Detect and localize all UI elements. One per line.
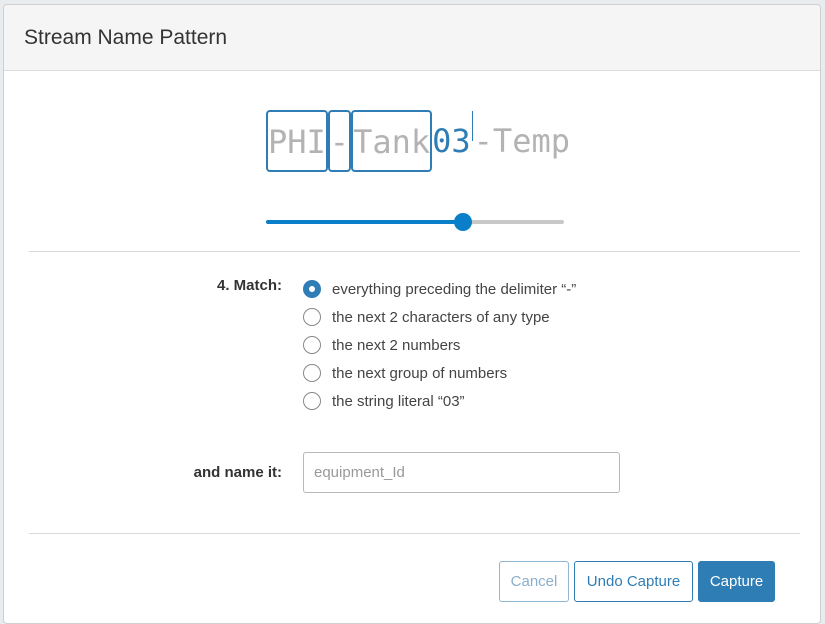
pattern-segment-captured-1[interactable]: PHI — [266, 110, 328, 172]
capture-button[interactable]: Capture — [698, 561, 775, 602]
divider-top — [29, 251, 800, 252]
pattern-cursor — [471, 111, 473, 141]
match-option[interactable]: the string literal “03” — [303, 387, 576, 415]
match-option[interactable]: the next 2 numbers — [303, 331, 576, 359]
match-option-label: everything preceding the delimiter “-” — [332, 280, 577, 298]
radio-button[interactable] — [303, 364, 321, 382]
dialog-title: Stream Name Pattern — [24, 25, 228, 49]
match-option-label: the next 2 characters of any type — [332, 308, 550, 326]
dialog-header: Stream Name Pattern — [4, 5, 820, 71]
divider-bottom — [29, 533, 800, 534]
match-option[interactable]: the next group of numbers — [303, 359, 576, 387]
pattern-segment-current: 03 — [432, 122, 471, 160]
match-label: 4. Match: — [216, 277, 282, 294]
radio-button[interactable] — [303, 392, 321, 410]
match-option-label: the string literal “03” — [332, 392, 465, 410]
radio-button[interactable] — [303, 308, 321, 326]
pattern-preview: PHI - Tank 03 -Temp — [266, 110, 570, 172]
pattern-segment-captured-2[interactable]: - — [327, 110, 352, 172]
radio-button[interactable] — [303, 336, 321, 354]
pattern-segment-remaining: -Temp — [473, 122, 570, 160]
name-input[interactable] — [303, 452, 620, 493]
match-option-label: the next group of numbers — [332, 364, 508, 382]
name-label: and name it: — [193, 464, 282, 481]
stream-name-pattern-dialog: Stream Name Pattern PHI - Tank 03 -Temp … — [3, 4, 821, 624]
slider-thumb[interactable] — [453, 213, 472, 231]
match-option[interactable]: everything preceding the delimiter “-” — [303, 275, 576, 303]
pattern-segment-captured-3[interactable]: Tank — [351, 110, 433, 172]
undo-capture-button[interactable]: Undo Capture — [574, 561, 693, 602]
radio-button[interactable] — [303, 280, 321, 298]
match-options: everything preceding the delimiter “-” t… — [303, 275, 576, 415]
slider-fill — [266, 220, 463, 224]
match-option[interactable]: the next 2 characters of any type — [303, 303, 576, 331]
cancel-button[interactable]: Cancel — [499, 561, 569, 602]
match-option-label: the next 2 numbers — [332, 336, 461, 354]
position-slider[interactable] — [266, 213, 564, 231]
